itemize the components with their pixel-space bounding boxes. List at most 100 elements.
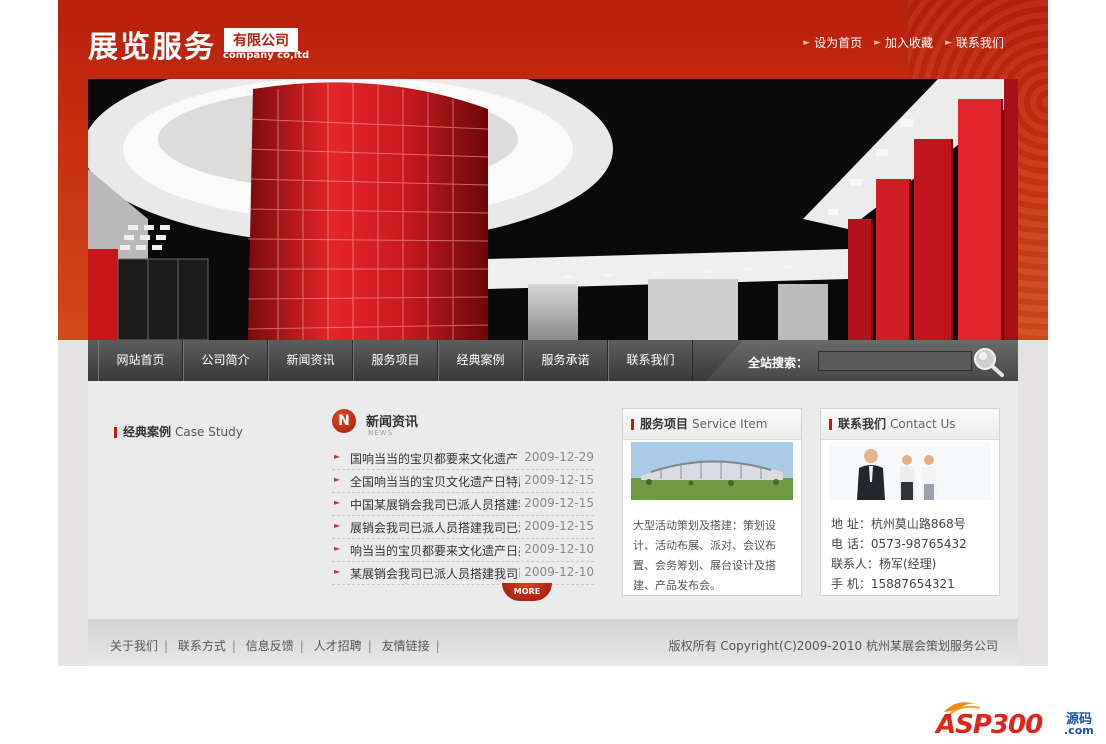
bullet-arrow-icon: ►	[334, 521, 341, 530]
nav-item-cases[interactable]: 经典案例	[438, 340, 523, 381]
news-item[interactable]: ► 国响当当的宝贝都要来文化遗产日办 2009-12-29	[332, 447, 594, 470]
news-section: N 新闻资讯 NEWS ► 国响当当的宝贝都要来文化遗产日办 2009-12-29 …	[332, 409, 594, 585]
news-item-title[interactable]: 全国响当当的宝贝文化遗产日特展	[350, 473, 520, 490]
contact-title: 联系我们	[838, 417, 887, 431]
search-label: 全站搜索：	[748, 356, 809, 370]
case-study-title-en: Case Study	[175, 425, 243, 439]
set-homepage-link[interactable]: ► 设为首页	[803, 34, 862, 51]
watermark-brand: ASP300	[936, 710, 1043, 740]
service-heading: 服务项目 Service Item	[623, 409, 801, 440]
news-item-date: 2009-12-29	[524, 450, 594, 464]
add-favorite-link[interactable]: ► 加入收藏	[874, 34, 933, 51]
asp300-watermark: ASP300 源码 .com	[936, 698, 1096, 740]
bullet-arrow-icon: ►	[334, 544, 341, 553]
news-item-date: 2009-12-10	[524, 542, 594, 556]
news-badge-icon: N	[332, 409, 356, 433]
footer-link-about[interactable]: 关于我们	[110, 639, 158, 653]
exhibition-hall-image	[88, 79, 1018, 340]
contact-mobile: 手 机：15887654321	[831, 577, 955, 591]
footer-link-friends[interactable]: 友情链接	[382, 639, 430, 653]
section-marker	[829, 419, 832, 430]
news-item-date: 2009-12-15	[524, 496, 594, 510]
contact-info: 地 址：杭州莫山路868号 电 话：0573-98765432 联系人：杨军(经…	[831, 514, 989, 594]
news-item[interactable]: ► 展销会我司已派人员搭建我司已派人 2009-12-15	[332, 516, 594, 539]
case-study-heading: 经典案例 Case Study	[114, 423, 243, 440]
watermark-domain: .com	[1064, 724, 1094, 737]
nav-item-about[interactable]: 公司简介	[183, 340, 268, 381]
footer-links: 关于我们 | 联系方式 | 信息反馈 | 人才招聘 | 友情链接 |	[110, 637, 446, 654]
bullet-arrow-icon: ►	[334, 452, 341, 461]
nav-item-contact[interactable]: 联系我们	[608, 340, 693, 381]
contact-heading: 联系我们 Contact Us	[821, 409, 999, 440]
service-title-en: Service Item	[692, 417, 768, 431]
link-label: 联系我们	[955, 36, 1004, 50]
contact-us-top-link[interactable]: ► 联系我们	[945, 34, 1004, 51]
news-item-title[interactable]: 中国某展销会我司已派人员搭建我司	[350, 496, 520, 513]
content-area: 经典案例 Case Study N 新闻资讯 NEWS ► 国响当当的宝贝都要来文化…	[88, 381, 1018, 619]
separator: |	[299, 639, 304, 653]
case-study-title: 经典案例	[123, 425, 172, 439]
arrow-icon: ►	[874, 37, 882, 48]
arrow-icon: ►	[803, 37, 811, 48]
page: 展览服务 有限公司 company co,ltd ► 设为首页 ► 加入收藏 ► 联系…	[58, 0, 1048, 666]
nav-item-news[interactable]: 新闻资讯	[268, 340, 353, 381]
service-description: 大型活动策划及搭建：策划设计、活动布展、派对、会议布置、会务筹划、展台设计及搭建…	[633, 519, 776, 592]
nav-item-services[interactable]: 服务项目	[353, 340, 438, 381]
separator: |	[435, 639, 440, 653]
link-label: 设为首页	[814, 36, 863, 50]
magnifier-icon	[974, 348, 1004, 377]
news-item[interactable]: ► 响当当的宝贝都要来文化遗产日办特 2009-12-10	[332, 539, 594, 562]
bullet-arrow-icon: ►	[334, 567, 341, 576]
service-box: 服务项目 Service Item 大型活动策划及搭建：策划设计、活动布展、派对…	[622, 408, 802, 596]
contact-phone: 电 话：0573-98765432	[831, 537, 967, 551]
contact-person: 联系人：杨军(经理)	[831, 557, 937, 571]
section-marker	[631, 419, 634, 430]
bullet-arrow-icon: ►	[334, 475, 341, 484]
nav-item-promise[interactable]: 服务承诺	[523, 340, 608, 381]
contact-title-en: Contact Us	[890, 417, 956, 431]
footer-link-jobs[interactable]: 人才招聘	[314, 639, 362, 653]
news-item[interactable]: ► 中国某展销会我司已派人员搭建我司 2009-12-15	[332, 493, 594, 516]
footer-link-feedback[interactable]: 信息反馈	[246, 639, 294, 653]
stadium-photo	[631, 442, 793, 500]
contact-image[interactable]	[829, 442, 991, 500]
logo-subtitle: company co,ltd	[223, 50, 310, 61]
search-input[interactable]	[818, 351, 972, 371]
logo-badge: 有限公司	[224, 28, 298, 52]
separator: |	[231, 639, 236, 653]
footer: 关于我们 | 联系方式 | 信息反馈 | 人才招聘 | 友情链接 | 版权所有 Copyr…	[88, 619, 1018, 666]
copyright: 版权所有 Copyright(C)2009-2010 杭州某展会策划服务公司	[668, 639, 998, 653]
arrow-icon: ►	[945, 37, 952, 48]
search-button[interactable]	[972, 346, 1006, 378]
link-label: 加入收藏	[885, 36, 934, 50]
section-marker	[114, 427, 117, 438]
news-item-title[interactable]: 某展销会我司已派人员搭建我司已派	[350, 565, 520, 582]
service-title: 服务项目	[640, 417, 689, 431]
news-list: ► 国响当当的宝贝都要来文化遗产日办 2009-12-29 ► 全国响当当的宝贝文化遗…	[332, 447, 594, 585]
hero-banner	[88, 79, 1018, 340]
news-item-title[interactable]: 响当当的宝贝都要来文化遗产日办特	[350, 542, 520, 559]
contact-address: 地 址：杭州莫山路868号	[831, 517, 966, 531]
nav-menu: 网站首页 公司简介 新闻资讯 服务项目 经典案例 服务承诺 联系我们	[88, 340, 693, 381]
news-item-date: 2009-12-15	[524, 473, 594, 487]
footer-link-contact[interactable]: 联系方式	[178, 639, 226, 653]
service-image[interactable]	[631, 442, 793, 500]
news-item-title[interactable]: 展销会我司已派人员搭建我司已派人	[350, 519, 520, 536]
main-nav: 网站首页 公司简介 新闻资讯 服务项目 经典案例 服务承诺 联系我们 全站搜索：	[88, 340, 1018, 381]
news-item-date: 2009-12-10	[524, 565, 594, 579]
news-item[interactable]: ► 全国响当当的宝贝文化遗产日特展 2009-12-15	[332, 470, 594, 493]
news-item-title[interactable]: 国响当当的宝贝都要来文化遗产日办	[350, 450, 520, 467]
logo-title[interactable]: 展览服务	[88, 22, 216, 66]
contact-box: 联系我们 Contact Us 地 址：杭州莫山路868号 电 话：0573-9…	[820, 408, 1000, 596]
separator: |	[164, 639, 169, 653]
bullet-arrow-icon: ►	[334, 498, 341, 507]
separator: |	[367, 639, 372, 653]
news-item-date: 2009-12-15	[524, 519, 594, 533]
news-more-button[interactable]: MORE	[502, 583, 552, 601]
news-heading: N 新闻资讯 NEWS	[332, 409, 594, 439]
top-links: ► 设为首页 ► 加入收藏 ► 联系我们	[803, 34, 1004, 51]
nav-item-home[interactable]: 网站首页	[98, 340, 183, 381]
news-item[interactable]: ► 某展销会我司已派人员搭建我司已派 2009-12-10	[332, 562, 594, 585]
news-title: 新闻资讯	[366, 415, 419, 430]
news-subtitle: NEWS	[368, 429, 394, 437]
